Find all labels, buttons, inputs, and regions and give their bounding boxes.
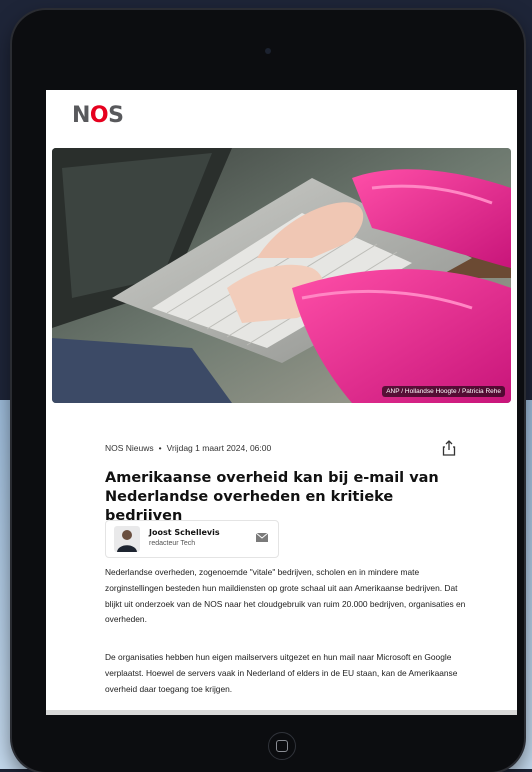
meta-separator: • [158,443,162,453]
hero-image: ANP / Hollandse Hoogte / Patricia Rehe [52,148,511,403]
author-card[interactable]: Joost Schellevis redacteur Tech [105,520,279,558]
article-title: Amerikaanse overheid kan bij e-mail van … [105,469,439,524]
article-meta: NOS Nieuws • Vrijdag 1 maart 2024, 06:00 [105,443,271,453]
home-button[interactable] [268,732,296,760]
author-name[interactable]: Joost Schellevis [149,528,220,537]
home-button-icon [276,740,288,752]
article-paragraph: De organisaties hebben hun eigen mailser… [105,652,458,694]
article-paragraph: Nederlandse overheden, zogenoemde "vital… [105,567,466,625]
screen[interactable]: NOS ANP / Hollandse Hoogte / Patricia Re… [46,90,517,715]
tablet-device: NOS ANP / Hollandse Hoogte / Patricia Re… [12,10,524,772]
article-source[interactable]: NOS Nieuws [105,443,154,453]
photo-credit: ANP / Hollandse Hoogte / Patricia Rehe [382,386,505,397]
camera-icon [265,48,271,54]
mail-icon[interactable] [255,529,269,542]
author-role: redacteur Tech [149,540,196,547]
laptop-typing-illustration [52,148,511,403]
nos-logo[interactable]: NOS [72,103,124,128]
article-date: Vrijdag 1 maart 2024, 06:00 [166,443,272,453]
bottom-divider [46,710,517,715]
avatar [114,526,140,552]
share-icon[interactable] [441,439,457,457]
